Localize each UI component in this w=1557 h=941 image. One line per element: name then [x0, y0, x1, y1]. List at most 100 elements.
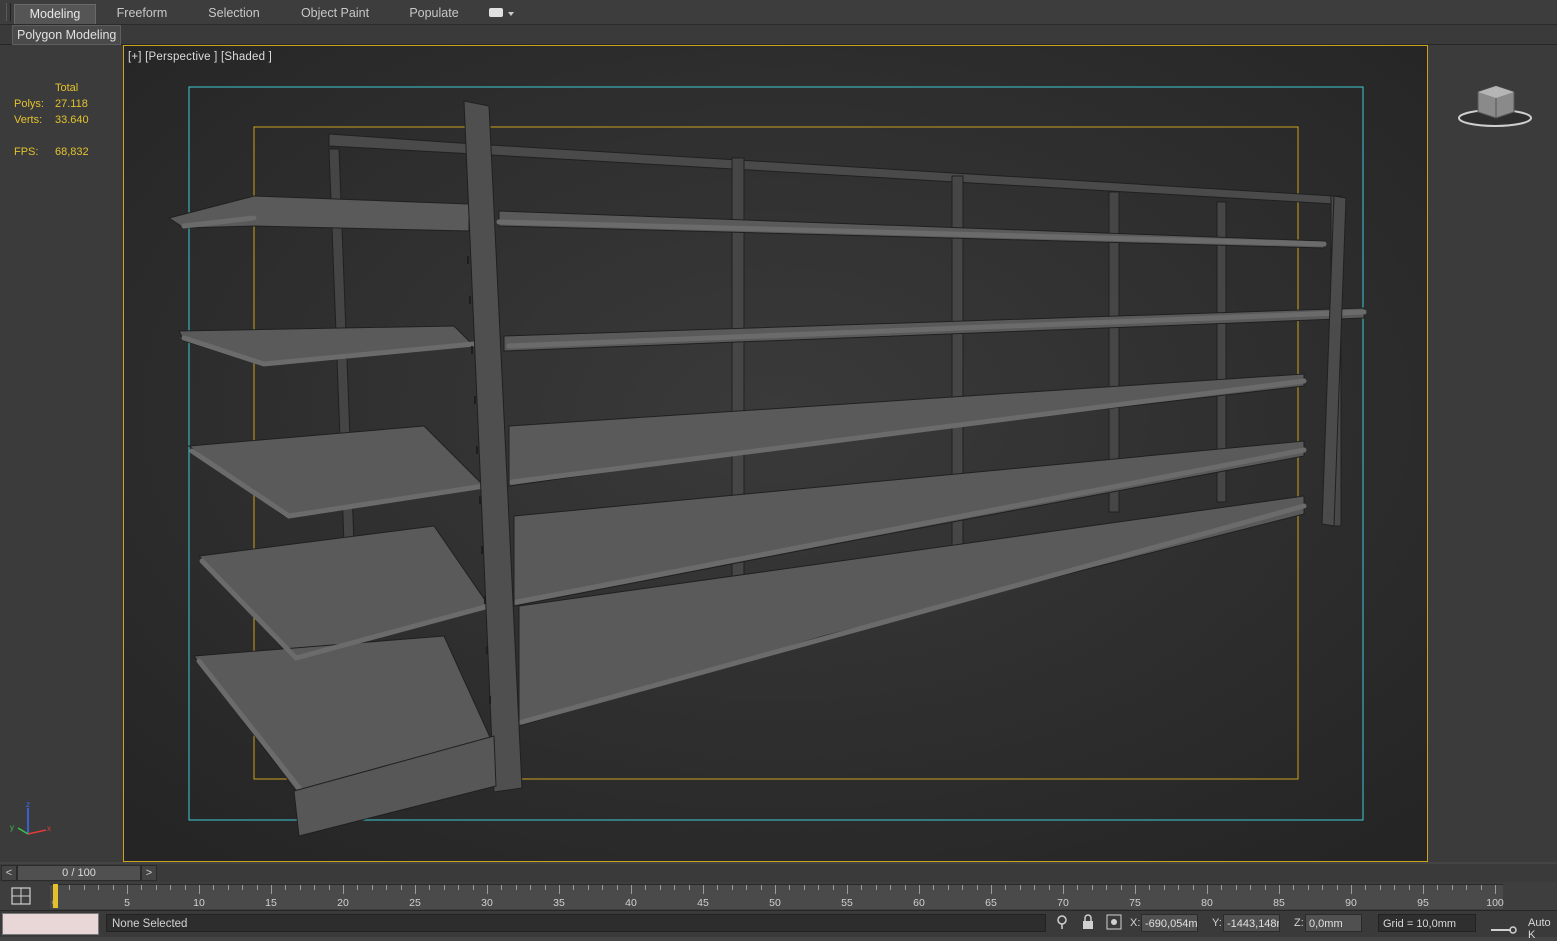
timeline-tick: [184, 885, 186, 890]
absolute-mode-icon[interactable]: [1106, 914, 1122, 930]
timeline-tick: [659, 885, 661, 890]
timeline-tick: [875, 885, 877, 890]
timeline-tick: [544, 885, 546, 890]
timeline-tick: [343, 885, 344, 894]
timeline-tick: [1235, 885, 1237, 890]
timeline-tick: [703, 885, 704, 894]
timeline-tick: [458, 885, 460, 890]
timeline-tick: [1264, 885, 1266, 890]
tab-selection[interactable]: Selection: [197, 4, 271, 23]
timeline-tick: [328, 885, 330, 890]
time-slider[interactable]: 0 / 100: [17, 865, 141, 881]
timeline-tick-label: 40: [625, 897, 637, 909]
polygon-modeling-button[interactable]: Polygon Modeling: [12, 25, 122, 45]
timeline-tick: [746, 885, 748, 890]
timeline-tick: [890, 885, 892, 890]
mini-curve-editor-icon[interactable]: [9, 886, 35, 906]
time-next-button[interactable]: >: [141, 865, 157, 881]
timeline-tick: [933, 885, 935, 890]
timeline-tick: [83, 885, 85, 890]
timeline-tick: [141, 885, 143, 890]
timeline-tick: [1480, 885, 1482, 890]
verts-label: Verts:: [14, 114, 43, 126]
time-slider-bar: [0, 864, 1557, 882]
timeline-tick: [631, 885, 632, 894]
tab-modeling[interactable]: Modeling: [14, 4, 96, 24]
timeline-tick: [789, 885, 791, 890]
auto-key-button[interactable]: Auto K: [1528, 917, 1557, 941]
time-prev-button[interactable]: <: [1, 865, 17, 881]
timeline-tick: [775, 885, 776, 894]
tab-populate[interactable]: Populate: [398, 4, 470, 23]
ribbon-toggle-icon[interactable]: [489, 8, 503, 17]
lock-icon[interactable]: [1080, 914, 1096, 930]
ribbon-grip[interactable]: [6, 3, 11, 21]
timeline-tick: [962, 885, 964, 890]
timeline-tick-label: 15: [265, 897, 277, 909]
chevron-down-icon[interactable]: [508, 12, 514, 16]
timeline-tick-label: 95: [1417, 897, 1429, 909]
selection-status: None Selected: [106, 914, 1046, 932]
timeline-tick: [1423, 885, 1424, 894]
timeline-tick: [674, 885, 676, 890]
isolate-selection-icon[interactable]: [1054, 914, 1070, 930]
timeline-tick: [1322, 885, 1324, 890]
x-label: X:: [1130, 917, 1141, 929]
timeline-tick: [1019, 885, 1021, 890]
set-key-icon[interactable]: [1489, 918, 1517, 934]
timeline-tick: [1408, 885, 1410, 890]
timeline-tick: [587, 885, 589, 890]
timeline-tick: [760, 885, 762, 890]
timeline-tick: [645, 885, 647, 890]
y-label: Y:: [1212, 917, 1222, 929]
tab-object-paint[interactable]: Object Paint: [290, 4, 380, 23]
grid-size-display: Grid = 10,0mm: [1378, 914, 1476, 932]
timeline-tick: [818, 885, 820, 890]
perspective-viewport[interactable]: [+] [Perspective ] [Shaded ]: [123, 45, 1428, 862]
timeline-tick: [112, 885, 114, 890]
y-coordinate-field[interactable]: -1443,148r: [1223, 914, 1280, 932]
timeline-tick: [213, 885, 215, 890]
timeline-tick: [731, 885, 733, 890]
timeline-tick-label: 85: [1273, 897, 1285, 909]
axis-x-label: x: [47, 824, 51, 833]
timeline-tick-label: 25: [409, 897, 421, 909]
timeline-tick: [803, 885, 805, 890]
timeline-tick: [400, 885, 402, 890]
timeline-tick: [602, 885, 604, 890]
z-coordinate-field[interactable]: 0,0mm: [1305, 914, 1362, 932]
timeline-tick: [947, 885, 949, 890]
timeline-tick-label: 80: [1201, 897, 1213, 909]
timeline-tick: [991, 885, 992, 894]
timeline-tick-label: 30: [481, 897, 493, 909]
timeline-tick: [515, 885, 517, 890]
maxscript-listener-field[interactable]: [2, 913, 99, 935]
timeline-tick: [1091, 885, 1093, 890]
timeline-tick: [1034, 885, 1036, 890]
timeline-tick: [1149, 885, 1151, 890]
timeline-tick: [429, 885, 431, 890]
tab-freeform[interactable]: Freeform: [105, 4, 179, 23]
timeline-tick: [1466, 885, 1468, 890]
right-panel: [1428, 45, 1557, 862]
timeline-tick-label: 10: [193, 897, 205, 909]
current-frame-marker[interactable]: [53, 884, 58, 908]
timeline-tick: [1135, 885, 1136, 894]
timeline-tick: [487, 885, 488, 894]
timeline-tick: [314, 885, 316, 890]
timeline-tick: [1437, 885, 1439, 890]
timeline-tick: [1351, 885, 1352, 894]
timeline-tick: [861, 885, 863, 890]
axis-tripod-icon: z x y: [10, 800, 51, 835]
timeline-tick: [472, 885, 474, 890]
x-coordinate-field[interactable]: -690,054m: [1141, 914, 1198, 932]
timeline-tick: [443, 885, 445, 890]
viewport-label[interactable]: [+] [Perspective ] [Shaded ]: [128, 51, 272, 63]
timeline-tick-label: 60: [913, 897, 925, 909]
timeline-tick: [1495, 885, 1496, 894]
axis-y-label: y: [10, 823, 14, 832]
viewcube-icon[interactable]: [1456, 80, 1534, 130]
timeline-tick: [1279, 885, 1280, 894]
timeline-tick: [1365, 885, 1367, 890]
polys-label: Polys:: [14, 98, 44, 110]
